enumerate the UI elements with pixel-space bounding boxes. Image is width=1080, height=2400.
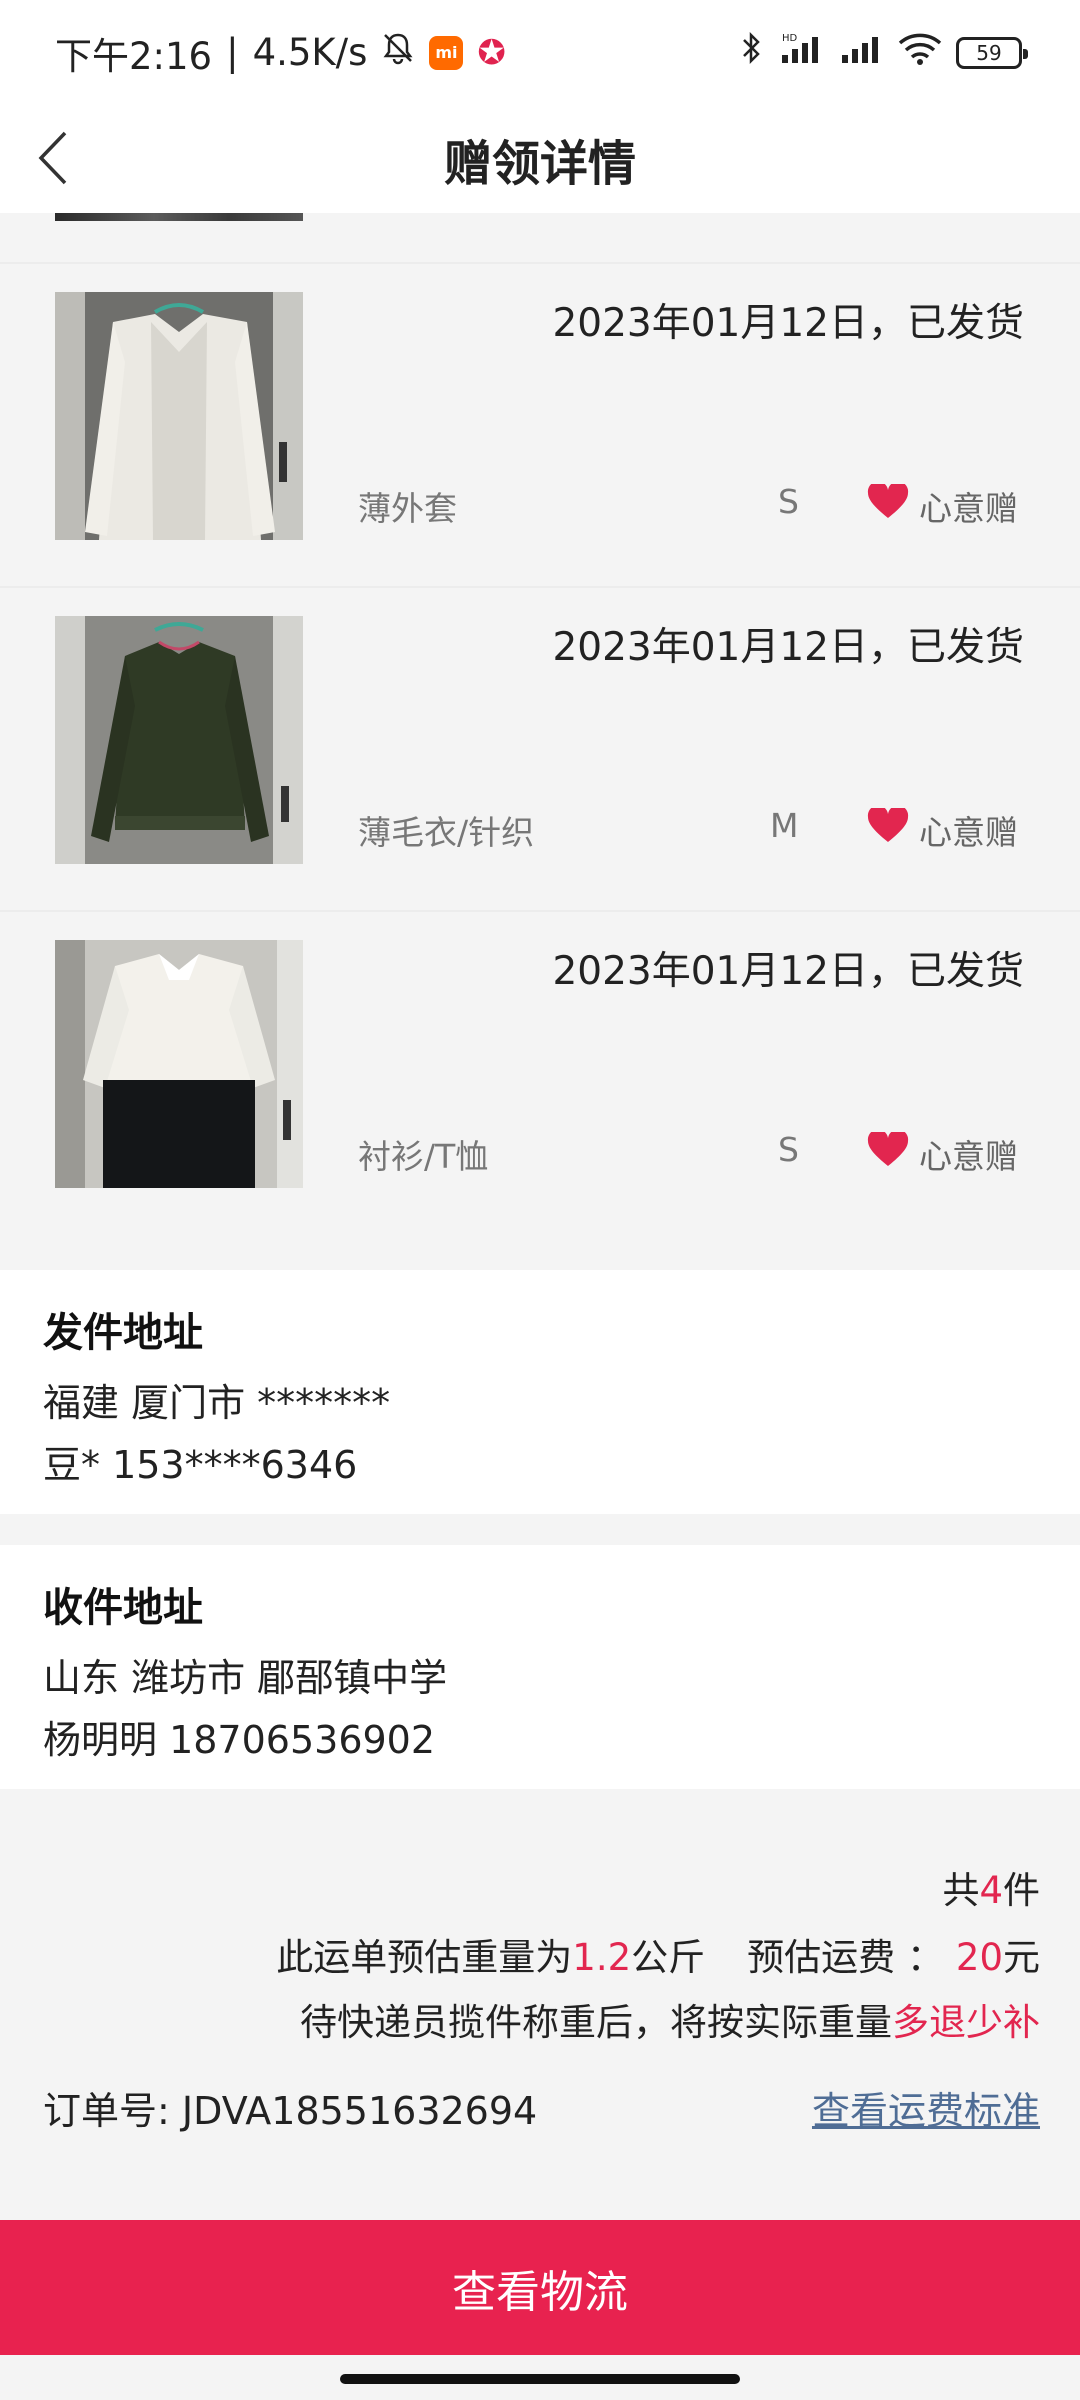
fee-value: 20 xyxy=(955,1936,1003,1979)
status-left: 下午2:16 | 4.5K/s mi ✪ xyxy=(55,26,506,80)
item-thumbnail[interactable] xyxy=(55,616,303,864)
shipping-summary: 共4件 此运单预估重量为1.2公斤 预估运费 ： 20元 待快递员揽件称重后，将按实… xyxy=(0,1790,1080,2220)
weight-note-text: 待快递员揽件称重后，将按实际重量 xyxy=(300,2001,892,2044)
item-count-suffix: 件 xyxy=(1003,1869,1040,1912)
sender-address: 福建 厦门市 ******* xyxy=(43,1381,391,1425)
list-item[interactable]: 2023年01月12日，已发货 薄外套 S 心意赠 xyxy=(0,262,1080,584)
item-thumbnail[interactable] xyxy=(55,292,303,540)
svg-text:HD: HD xyxy=(782,33,798,44)
view-fee-standard-link[interactable]: 查看运费标准 xyxy=(812,2080,1040,2135)
receiver-contact: 杨明明 18706536902 xyxy=(43,1718,436,1762)
status-time: 下午2:16 xyxy=(55,34,213,78)
list-item-partial xyxy=(0,213,1080,263)
sender-address-title: 发件地址 xyxy=(43,1310,203,1356)
item-tag-label: 心意赠 xyxy=(919,1137,1018,1176)
page-title: 赠领详情 xyxy=(443,136,636,192)
weight-label: 此运单预估重量为 xyxy=(276,1936,573,1979)
weight-fee-line: 此运单预估重量为1.2公斤 预估运费 ： 20元 xyxy=(276,1927,1040,1981)
item-date-status: 2023年01月12日，已发货 xyxy=(552,625,1024,670)
item-tag: 心意赠 xyxy=(867,1129,1018,1178)
receiver-address-title: 收件地址 xyxy=(43,1585,203,1631)
item-date-status: 2023年01月12日，已发货 xyxy=(552,949,1024,994)
heart-icon xyxy=(867,481,909,528)
bluetooth-icon xyxy=(740,30,764,75)
item-thumbnail[interactable] xyxy=(55,940,303,1188)
wifi-icon xyxy=(898,31,942,74)
status-bar: 下午2:16 | 4.5K/s mi ✪ HD 59 xyxy=(0,0,1080,105)
header: 赠领详情 xyxy=(0,105,1080,213)
chevron-left-icon xyxy=(35,129,71,191)
item-tag-label: 心意赠 xyxy=(919,489,1018,528)
item-size: S xyxy=(778,482,799,521)
signal-hd-icon: HD xyxy=(778,31,824,74)
order-number-value: JDVA18551632694 xyxy=(181,2089,538,2133)
order-number: 订单号: JDVA18551632694 xyxy=(43,2080,537,2135)
order-number-label: 订单号: xyxy=(43,2089,170,2133)
status-right: HD 59 xyxy=(740,30,1028,75)
star-notification-icon: ✪ xyxy=(477,32,506,73)
mute-bell-icon xyxy=(381,31,415,74)
fee-label: 预估运费 ： xyxy=(747,1936,944,1979)
item-count-prefix: 共 xyxy=(942,1869,980,1912)
sender-contact: 豆* 153****6346 xyxy=(43,1443,358,1487)
item-tag: 心意赠 xyxy=(867,805,1018,854)
network-speed: 4.5K/s xyxy=(252,31,368,74)
battery-icon: 59 xyxy=(956,36,1028,69)
item-tag-label: 心意赠 xyxy=(919,813,1018,852)
list-item[interactable]: 2023年01月12日，已发货 衬衫/T恤 S 心意赠 xyxy=(0,910,1080,1232)
weight-note: 待快递员揽件称重后，将按实际重量多退少补 xyxy=(300,1992,1040,2046)
mi-app-icon: mi xyxy=(429,35,464,70)
item-category: 薄毛衣/针织 xyxy=(358,813,535,852)
receiver-address-card: 收件地址 山东 潍坊市 郿郚镇中学 杨明明 18706536902 xyxy=(0,1545,1080,1789)
back-button[interactable] xyxy=(18,125,88,195)
home-indicator[interactable] xyxy=(340,2374,740,2384)
list-item[interactable]: 2023年01月12日，已发货 薄毛衣/针织 M 心意赠 xyxy=(0,586,1080,908)
view-logistics-button[interactable]: 查看物流 xyxy=(0,2220,1080,2355)
item-size: S xyxy=(778,1130,799,1169)
item-category: 衬衫/T恤 xyxy=(358,1137,489,1176)
weight-unit: 公斤 xyxy=(631,1936,706,1979)
item-count: 共4件 xyxy=(942,1860,1040,1914)
sender-address-card: 发件地址 福建 厦门市 ******* 豆* 153****6346 xyxy=(0,1270,1080,1514)
signal-icon xyxy=(838,31,884,74)
weight-note-highlight: 多退少补 xyxy=(892,2001,1040,2044)
item-category: 薄外套 xyxy=(358,489,457,528)
fee-unit: 元 xyxy=(1003,1936,1040,1979)
heart-icon xyxy=(867,1129,909,1176)
receiver-address: 山东 潍坊市 郿郚镇中学 xyxy=(43,1656,448,1700)
item-size: M xyxy=(770,806,799,845)
item-tag: 心意赠 xyxy=(867,481,1018,530)
weight-value: 1.2 xyxy=(572,1936,632,1979)
heart-icon xyxy=(867,805,909,852)
status-divider: | xyxy=(226,31,239,74)
item-date-status: 2023年01月12日，已发货 xyxy=(552,301,1024,346)
item-thumbnail-partial xyxy=(55,213,303,221)
item-count-value: 4 xyxy=(979,1869,1003,1912)
